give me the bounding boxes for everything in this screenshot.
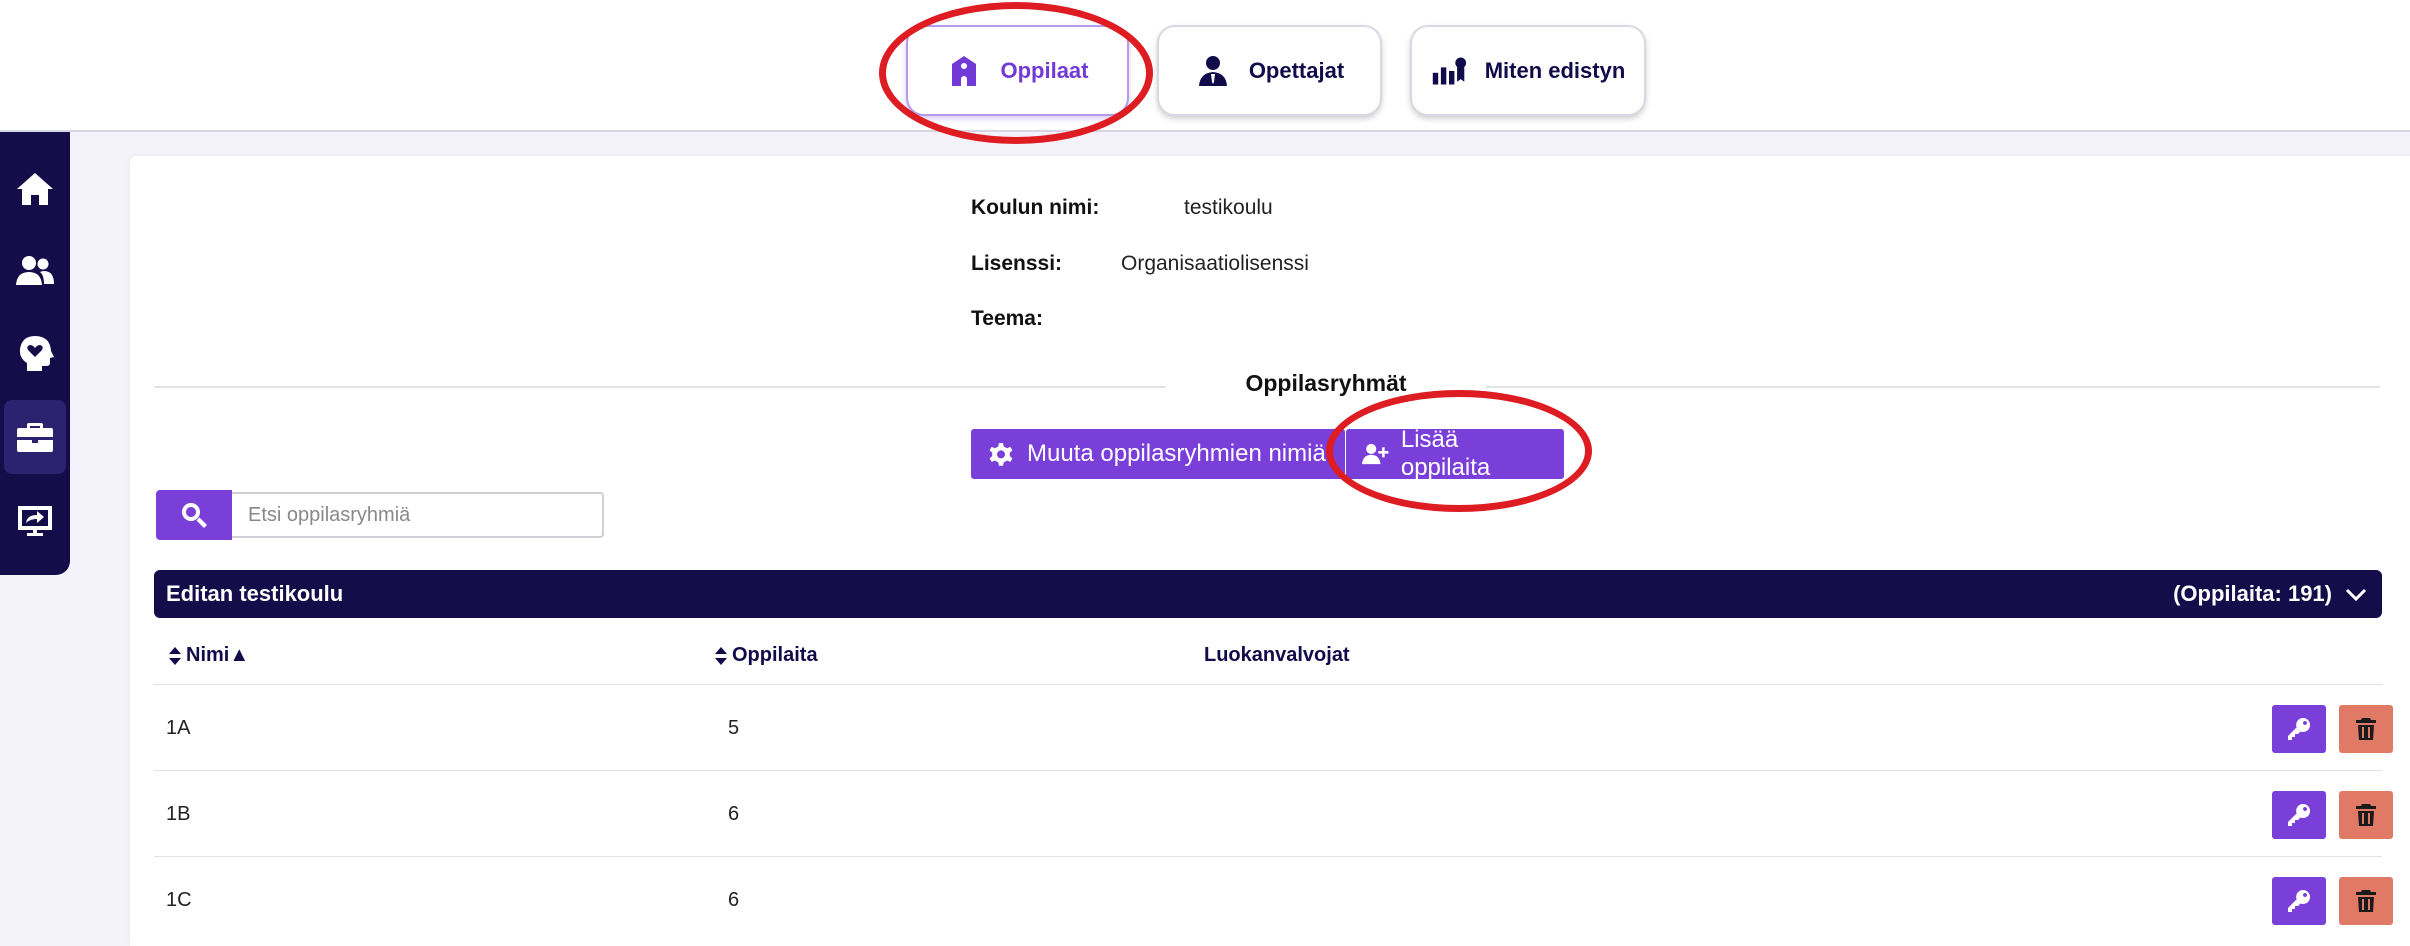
license-label: Lisenssi: (971, 252, 1063, 275)
sidebar-item-wellbeing[interactable] (6, 324, 64, 382)
school-name-value: testikoulu (1184, 196, 1273, 219)
user-plus-icon (1362, 443, 1389, 465)
add-students-label: Lisää oppilaita (1400, 426, 1491, 481)
add-students-button[interactable]: Lisää oppilaita (1346, 426, 1564, 481)
delete-button[interactable] (2339, 705, 2393, 753)
rename-groups-label: Muuta oppilasryhmien nimiä (1027, 440, 1326, 467)
search-input[interactable] (232, 492, 604, 538)
search-icon (181, 503, 207, 528)
sidebar-item-users[interactable] (6, 242, 64, 300)
home-icon (17, 173, 53, 205)
group-name: Editan testikoulu (166, 581, 344, 606)
theme-label: Teema: (971, 307, 1043, 330)
column-header-supervisors: Luokanvalvojat (1204, 644, 1350, 667)
rename-groups-button[interactable]: Muuta oppilasryhmien nimiä (971, 429, 1345, 479)
sort-icon (169, 646, 181, 665)
sidebar-item-home[interactable] (6, 160, 64, 218)
column-header-name[interactable]: Nimi▲ (168, 644, 249, 667)
trash-icon (2356, 804, 2376, 826)
table-row: 1C 6 (154, 857, 2393, 943)
key-icon (2288, 803, 2311, 826)
sidebar (0, 132, 70, 575)
group-search (156, 490, 604, 540)
trash-icon (2356, 718, 2376, 740)
trash-icon (2356, 890, 2376, 912)
table-row: 1A 5 (154, 685, 2393, 771)
progress-award-icon (1432, 57, 1466, 84)
search-button[interactable] (156, 490, 232, 540)
group-accordion-header[interactable]: Editan testikoulu (Oppilaita: 191) (154, 570, 2382, 618)
main-card: Koulun nimi: testikoulu Lisenssi: Organi… (130, 156, 2410, 946)
row-name: 1A (166, 717, 191, 739)
column-header-label: Nimi▲ (186, 644, 250, 666)
teacher-icon (1198, 55, 1227, 86)
heart-head-icon (19, 336, 54, 371)
column-header-label: Oppilaita (732, 644, 818, 666)
delete-button[interactable] (2339, 877, 2393, 925)
sidebar-item-presentation[interactable] (6, 492, 64, 550)
column-header-students[interactable]: Oppilaita (714, 644, 818, 667)
section-title: Oppilasryhmät (1166, 370, 1486, 397)
briefcase-icon (17, 423, 53, 452)
license-value: Organisaatiolisenssi (1121, 252, 1309, 275)
tab-label: Opettajat (1248, 57, 1345, 83)
sort-icon (715, 646, 727, 665)
gear-icon (989, 443, 1013, 466)
column-header-label: Luokanvalvojat (1204, 644, 1350, 666)
group-student-count: (Oppilaita: 191) (2173, 581, 2332, 606)
table-row: 1B 6 (154, 771, 2393, 857)
school-icon (952, 55, 977, 86)
sidebar-item-admin[interactable] (4, 400, 66, 474)
tab-opettajat[interactable]: Opettajat (1157, 25, 1382, 116)
delete-button[interactable] (2339, 791, 2393, 839)
tab-label: Miten edistyn (1484, 57, 1626, 83)
row-name: 1C (166, 889, 192, 911)
school-name-label: Koulun nimi: (971, 196, 1100, 219)
row-name: 1B (166, 803, 191, 825)
screen-share-icon (18, 506, 52, 536)
row-students: 6 (728, 803, 740, 825)
tab-miten-edistyn[interactable]: Miten edistyn (1410, 25, 1646, 116)
key-button[interactable] (2272, 705, 2326, 753)
row-students: 6 (728, 889, 740, 911)
key-icon (2288, 889, 2311, 912)
key-icon (2288, 717, 2311, 740)
tab-label: Oppilaat (1000, 57, 1089, 83)
group-right: (Oppilaita: 191) (2173, 581, 2368, 607)
top-navigation: Oppilaat Opettajat Miten edistyn (0, 0, 2410, 132)
chevron-down-icon (2345, 588, 2367, 602)
key-button[interactable] (2272, 877, 2326, 925)
users-icon (16, 256, 54, 285)
row-students: 5 (728, 717, 740, 739)
tab-oppilaat[interactable]: Oppilaat (906, 25, 1129, 116)
key-button[interactable] (2272, 791, 2326, 839)
